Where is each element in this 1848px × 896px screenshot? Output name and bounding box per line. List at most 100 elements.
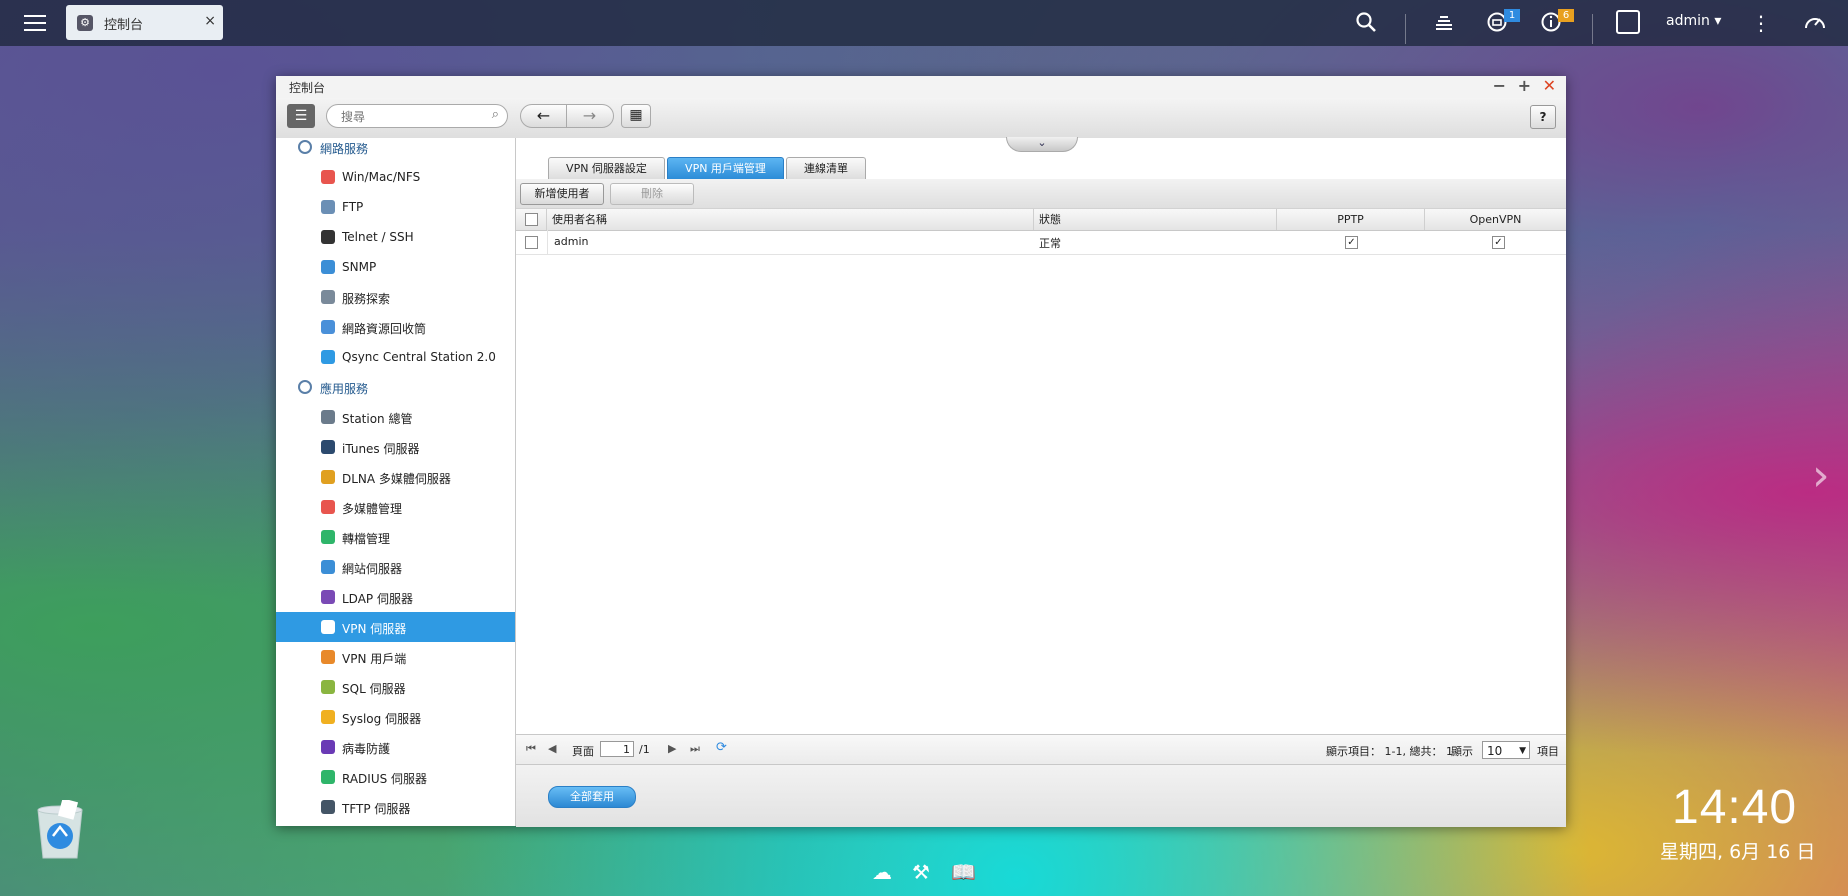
sidebar-item-label: 病毒防護 bbox=[342, 742, 391, 756]
row-status: 正常 bbox=[1039, 237, 1061, 250]
sidebar-item-7[interactable]: Qsync Central Station 2.0 bbox=[276, 342, 515, 372]
sidebar-item-12[interactable]: 多媒體管理 bbox=[276, 492, 515, 522]
tab-2[interactable]: 連線清單 bbox=[786, 157, 866, 180]
sidebar-item-17[interactable]: VPN 用戶端 bbox=[276, 642, 515, 672]
notification-badge: 1 bbox=[1504, 9, 1520, 22]
prev-page-icon[interactable]: ◀ bbox=[548, 742, 556, 755]
per-page-select[interactable]: 10 ▼ bbox=[1482, 741, 1530, 759]
sidebar-item-label: VPN 伺服器 bbox=[342, 622, 407, 636]
sidebar-item-10[interactable]: iTunes 伺服器 bbox=[276, 432, 515, 462]
sidebar-item-label: Syslog 伺服器 bbox=[342, 712, 422, 726]
background-tasks-icon[interactable] bbox=[1431, 11, 1457, 38]
sidebar-item-14[interactable]: 網站伺服器 bbox=[276, 552, 515, 582]
sidebar-item-3[interactable]: Telnet / SSH bbox=[276, 222, 515, 252]
media-icon bbox=[321, 500, 335, 514]
main-menu-button[interactable] bbox=[22, 10, 48, 36]
user-avatar-icon[interactable] bbox=[1616, 10, 1640, 34]
table-row[interactable]: admin 正常 ✓ ✓ bbox=[516, 230, 1566, 255]
delete-button[interactable]: 刪除 bbox=[610, 183, 694, 205]
pptp-checkbox[interactable]: ✓ bbox=[1345, 236, 1358, 249]
chevron-down-icon: ▼ bbox=[1519, 746, 1526, 756]
back-arrow-icon[interactable]: ← bbox=[521, 105, 567, 127]
antivirus-icon bbox=[321, 740, 335, 754]
sidebar-item-label: 應用服務 bbox=[320, 382, 369, 396]
tools-icon[interactable]: ⚒ bbox=[912, 860, 930, 884]
sidebar-item-15[interactable]: LDAP 伺服器 bbox=[276, 582, 515, 612]
search-box[interactable]: ⌕ bbox=[326, 104, 508, 128]
control-panel-window: 控制台 − + ✕ ☰ ⌕ ← → ▦ ? 網路服務 Win/Mac/NFS FTP… bbox=[276, 76, 1566, 827]
recycle-bin-icon[interactable] bbox=[32, 798, 88, 862]
sidebar-item-22[interactable]: TFTP 伺服器 bbox=[276, 792, 515, 822]
column-openvpn[interactable]: OpenVPN bbox=[1425, 209, 1566, 230]
desktop-clock: 14:40 bbox=[1672, 781, 1798, 834]
info-icon[interactable]: 6 bbox=[1538, 9, 1574, 38]
close-tab-button[interactable]: × bbox=[204, 13, 216, 29]
row-checkbox[interactable] bbox=[525, 236, 538, 249]
vpn-server-icon bbox=[321, 620, 335, 634]
add-user-button[interactable]: 新增使用者 bbox=[520, 183, 604, 205]
notification-icon[interactable]: 1 bbox=[1484, 9, 1520, 38]
app-tab-control-panel[interactable]: ⚙ 控制台 × bbox=[66, 5, 223, 40]
tab-1[interactable]: VPN 用戶端管理 bbox=[667, 157, 784, 180]
sidebar-item-5[interactable]: 服務探索 bbox=[276, 282, 515, 312]
search-icon[interactable] bbox=[1353, 11, 1379, 38]
sidebar-item-6[interactable]: 網路資源回收筒 bbox=[276, 312, 515, 342]
sidebar-item-8[interactable]: 應用服務 bbox=[276, 372, 515, 402]
maximize-button[interactable]: + bbox=[1518, 76, 1531, 95]
forward-arrow-icon[interactable]: → bbox=[567, 105, 612, 127]
sidebar-item-1[interactable]: Win/Mac/NFS bbox=[276, 162, 515, 192]
column-username[interactable]: 使用者名稱 bbox=[547, 209, 1034, 230]
total-pages: /1 bbox=[639, 743, 650, 756]
sidebar-item-0[interactable]: 網路服務 bbox=[276, 138, 515, 162]
sidebar-item-label: 轉檔管理 bbox=[342, 532, 391, 546]
sidebar-item-13[interactable]: 轉檔管理 bbox=[276, 522, 515, 552]
sidebar-item-label: 網站伺服器 bbox=[342, 562, 403, 576]
first-page-icon[interactable]: ⏮ bbox=[526, 742, 536, 756]
last-page-icon[interactable]: ⏭ bbox=[690, 742, 700, 756]
next-page-icon[interactable]: ▶ bbox=[668, 742, 676, 755]
sidebar-item-11[interactable]: DLNA 多媒體伺服器 bbox=[276, 462, 515, 492]
folder-icon bbox=[321, 200, 335, 214]
select-all-checkbox[interactable] bbox=[525, 213, 538, 226]
dashboard-icon[interactable] bbox=[1802, 11, 1828, 38]
sidebar-item-label: DLNA 多媒體伺服器 bbox=[342, 472, 451, 486]
openvpn-checkbox[interactable]: ✓ bbox=[1492, 236, 1505, 249]
collapse-chevron-icon[interactable]: ⌄ bbox=[1006, 137, 1078, 152]
search-input[interactable] bbox=[339, 108, 483, 126]
book-icon[interactable]: 📖 bbox=[951, 860, 976, 884]
navigation-buttons: ← → bbox=[520, 104, 614, 128]
tftp-icon bbox=[321, 800, 335, 814]
footer-bar: 全部套用 bbox=[516, 764, 1566, 827]
column-status[interactable]: 狀態 bbox=[1034, 209, 1277, 230]
sidebar-item-label: LDAP 伺服器 bbox=[342, 592, 413, 606]
apply-all-button[interactable]: 全部套用 bbox=[548, 786, 636, 808]
sidebar-item-18[interactable]: SQL 伺服器 bbox=[276, 672, 515, 702]
minimize-button[interactable]: − bbox=[1493, 76, 1506, 95]
items-label: 項目 bbox=[1537, 745, 1559, 758]
tab-0[interactable]: VPN 伺服器設定 bbox=[548, 157, 665, 180]
column-pptp[interactable]: PPTP bbox=[1277, 209, 1425, 230]
sidebar-item-9[interactable]: Station 總管 bbox=[276, 402, 515, 432]
sidebar-item-16[interactable]: VPN 伺服器 bbox=[276, 612, 515, 642]
sidebar-item-20[interactable]: 病毒防護 bbox=[276, 732, 515, 762]
sidebar-item-label: Station 總管 bbox=[342, 412, 413, 426]
sidebar-item-label: SQL 伺服器 bbox=[342, 682, 406, 696]
dlna-icon bbox=[321, 470, 335, 484]
sidebar-item-19[interactable]: Syslog 伺服器 bbox=[276, 702, 515, 732]
page-number-input[interactable]: 1 bbox=[600, 741, 634, 757]
close-window-button[interactable]: ✕ bbox=[1543, 76, 1556, 95]
sidebar-item-label: SNMP bbox=[342, 260, 377, 274]
sidebar-item-2[interactable]: FTP bbox=[276, 192, 515, 222]
window-toolbar: ☰ ⌕ ← → ▦ ? bbox=[276, 98, 1566, 139]
cloud-icon[interactable]: ☁ bbox=[872, 860, 892, 884]
tree-view-button[interactable]: ☰ bbox=[287, 104, 315, 128]
refresh-icon[interactable]: ⟳ bbox=[716, 740, 727, 755]
more-options-icon[interactable]: ⋮ bbox=[1748, 11, 1774, 35]
page-label: 頁面 bbox=[572, 745, 594, 758]
user-menu[interactable]: admin ▾ bbox=[1666, 13, 1721, 29]
sidebar-item-4[interactable]: SNMP bbox=[276, 252, 515, 282]
sidebar-item-21[interactable]: RADIUS 伺服器 bbox=[276, 762, 515, 792]
next-desktop-arrow-icon[interactable]: › bbox=[1812, 450, 1830, 501]
help-button[interactable]: ? bbox=[1530, 105, 1556, 129]
grid-menu-icon[interactable]: ▦ bbox=[621, 104, 651, 128]
